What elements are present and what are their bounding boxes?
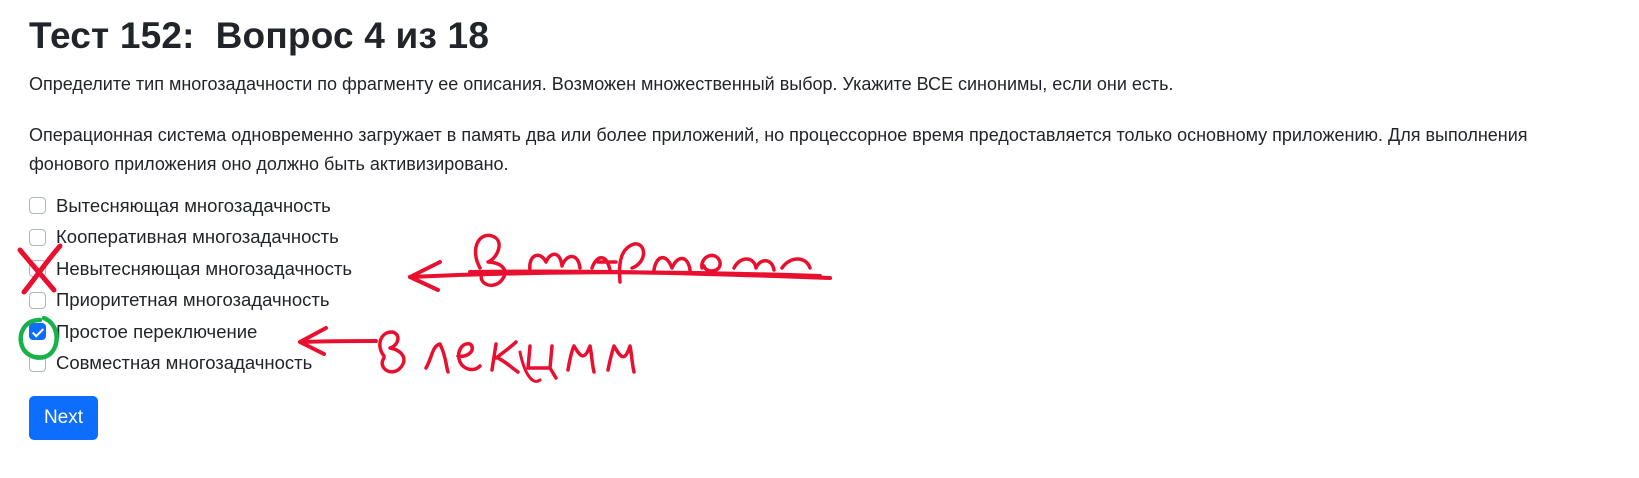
option-label[interactable]: Кооперативная многозадачность [56,226,339,248]
answer-option[interactable]: Кооперативная многозадачность [29,222,352,254]
option-checkbox[interactable] [29,291,46,309]
option-checkbox[interactable] [29,197,46,215]
handwritten-scribble [473,233,812,287]
page-title: Тест 152: Вопрос 4 из 18 [29,15,490,56]
answer-option[interactable]: Приоритетная многозадачность [29,285,352,317]
next-button[interactable]: Next [29,396,98,440]
option-label[interactable]: Вытесняющая многозадачность [56,195,331,217]
option-label[interactable]: Простое переключение [56,321,257,343]
answer-option[interactable]: Вытесняющая многозадачность [29,190,352,222]
answer-option[interactable]: Простое переключение [29,316,352,348]
option-label[interactable]: Совместная многозадачность [56,352,312,374]
handwritten-note [378,330,636,380]
option-checkbox[interactable] [29,354,46,372]
option-label[interactable]: Невытесняющая многозадачность [56,258,352,280]
answer-option[interactable]: Невытесняющая многозадачность [29,253,352,285]
answer-options: Вытесняющая многозадачность Кооперативна… [29,190,352,379]
answer-option[interactable]: Совместная многозадачность [29,348,352,380]
option-checkbox[interactable] [29,260,46,278]
option-checkbox[interactable] [29,228,46,246]
arrow-icon [408,270,822,279]
option-checkbox[interactable] [29,323,46,341]
question-text: Операционная система одновременно загруж… [29,125,1528,174]
option-label[interactable]: Приоритетная многозадачность [56,289,330,311]
question-instruction: Определите тип многозадачности по фрагме… [29,74,1174,94]
